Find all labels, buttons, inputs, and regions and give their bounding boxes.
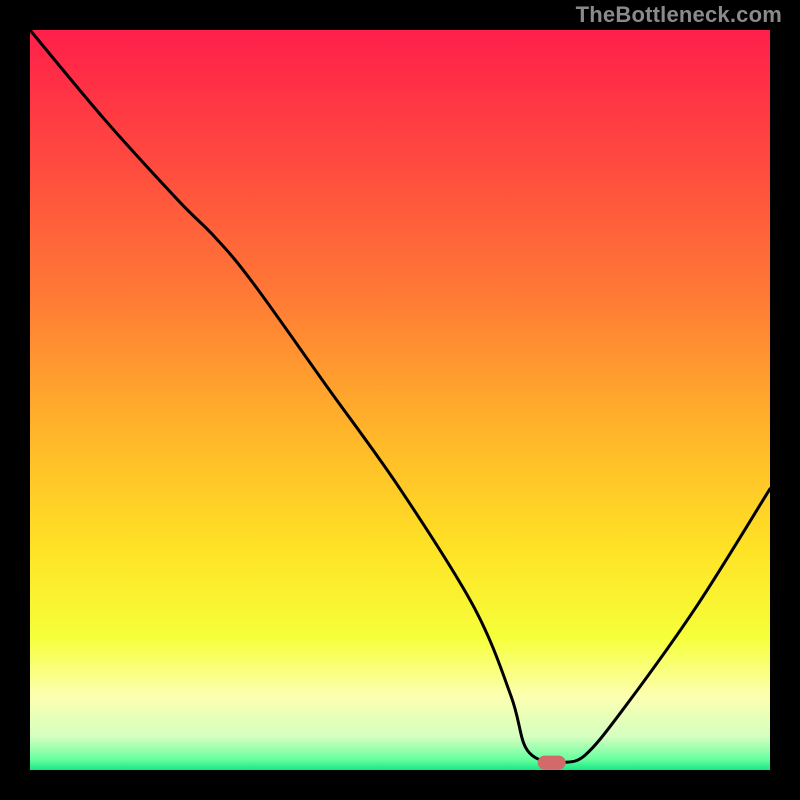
frame: { "watermark": "TheBottleneck.com", "col… xyxy=(0,0,800,800)
watermark: TheBottleneck.com xyxy=(576,2,782,28)
chart-svg xyxy=(0,0,800,800)
optimal-marker xyxy=(538,756,566,770)
